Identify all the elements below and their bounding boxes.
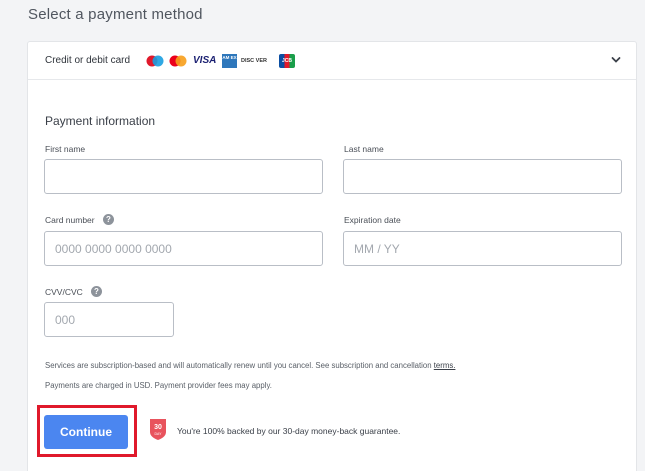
payment-method-label: Credit or debit card (45, 55, 131, 66)
payment-card: Credit or debit card VISA AM EX DISC VER… (27, 41, 637, 471)
help-icon[interactable]: ? (103, 214, 114, 225)
cvv-input[interactable] (44, 302, 174, 337)
discover-logo: DISC VER (241, 58, 267, 64)
page-title: Select a payment method (28, 6, 203, 23)
mastercard-logo (169, 55, 187, 67)
help-icon[interactable]: ? (91, 286, 102, 297)
money-back-badge-icon: 30 DAY (150, 419, 166, 440)
amex-logo: AM EX (222, 54, 237, 68)
chevron-down-icon[interactable] (610, 54, 622, 66)
currency-note: Payments are charged in USD. Payment pro… (45, 381, 272, 390)
jcb-logo: JCB (279, 54, 295, 68)
visa-logo: VISA (193, 55, 217, 66)
continue-button[interactable]: Continue (44, 415, 128, 449)
first-name-input[interactable] (44, 159, 323, 194)
guarantee-text: You're 100% backed by our 30-day money-b… (177, 426, 401, 436)
subscription-text: Services are subscription-based and will… (45, 361, 432, 370)
last-name-input[interactable] (343, 159, 622, 194)
maestro-logo (146, 55, 164, 67)
subscription-note: Services are subscription-based and will… (45, 361, 455, 370)
payment-method-header[interactable]: Credit or debit card VISA AM EX DISC VER… (28, 42, 636, 80)
badge-text: DAY (155, 432, 163, 436)
card-number-label: Card number (45, 215, 95, 225)
cvv-label: CVV/CVC (45, 287, 83, 297)
expiration-date-input[interactable] (343, 231, 622, 266)
first-name-label: First name (45, 144, 86, 154)
terms-link[interactable]: terms. (434, 361, 456, 370)
last-name-label: Last name (344, 144, 384, 154)
expiration-date-label: Expiration date (344, 215, 401, 225)
badge-number: 30 (154, 424, 162, 431)
card-number-input[interactable] (44, 231, 323, 266)
section-title: Payment information (45, 114, 156, 128)
